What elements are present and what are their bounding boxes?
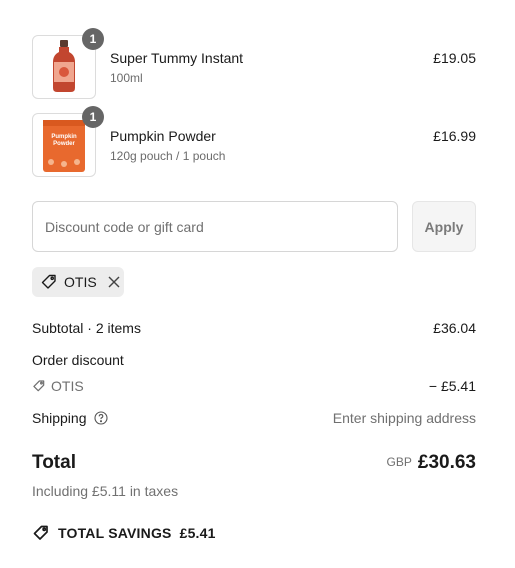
- quantity-badge: 1: [82, 106, 104, 128]
- total-label: Total: [32, 452, 76, 473]
- total-savings: TOTAL SAVINGS £5.41: [32, 524, 216, 542]
- pouch-label: Pumpkin Powder: [51, 134, 77, 147]
- tag-icon: [32, 379, 46, 393]
- total-row: Total GBP £30.63: [32, 452, 476, 478]
- order-discount-label: Order discount: [32, 352, 124, 368]
- apply-button[interactable]: Apply: [412, 201, 476, 252]
- subtotal-label: Subtotal · 2 items: [32, 320, 141, 336]
- discount-amount: − £5.41: [428, 378, 476, 394]
- quantity-badge: 1: [82, 28, 104, 50]
- total-amount: £30.63: [417, 452, 476, 473]
- product-variant: 120g pouch / 1 pouch: [110, 149, 226, 163]
- subtotal-value: £36.04: [433, 320, 476, 336]
- currency-code: GBP: [386, 455, 412, 469]
- product-price: £16.99: [433, 128, 476, 144]
- product-price: £19.05: [433, 50, 476, 66]
- product-thumbnail: 1: [32, 28, 104, 99]
- discount-code-label: OTIS: [51, 378, 84, 394]
- product-thumbnail: Pumpkin Powder 1: [32, 106, 104, 177]
- tag-icon: [32, 524, 50, 542]
- tag-icon: [40, 273, 58, 291]
- line-item: Pumpkin Powder 1 Pumpkin Powder 120g pou…: [32, 106, 476, 177]
- applied-code-text: OTIS: [64, 274, 97, 290]
- taxes-note: Including £5.11 in taxes: [32, 483, 179, 499]
- product-name: Super Tummy Instant: [110, 50, 244, 66]
- shipping-label: Shipping: [32, 410, 87, 426]
- applied-discount-chip: OTIS: [32, 267, 124, 297]
- help-icon[interactable]: [94, 411, 108, 425]
- close-icon[interactable]: [107, 275, 121, 289]
- discount-code-input[interactable]: [32, 201, 398, 252]
- line-item: 1 Super Tummy Instant 100ml £19.05: [32, 28, 476, 99]
- product-name: Pumpkin Powder: [110, 128, 216, 144]
- savings-amount: £5.41: [179, 525, 216, 541]
- product-variant: 100ml: [110, 71, 143, 85]
- shipping-value: Enter shipping address: [332, 410, 476, 426]
- savings-label: TOTAL SAVINGS: [58, 525, 172, 541]
